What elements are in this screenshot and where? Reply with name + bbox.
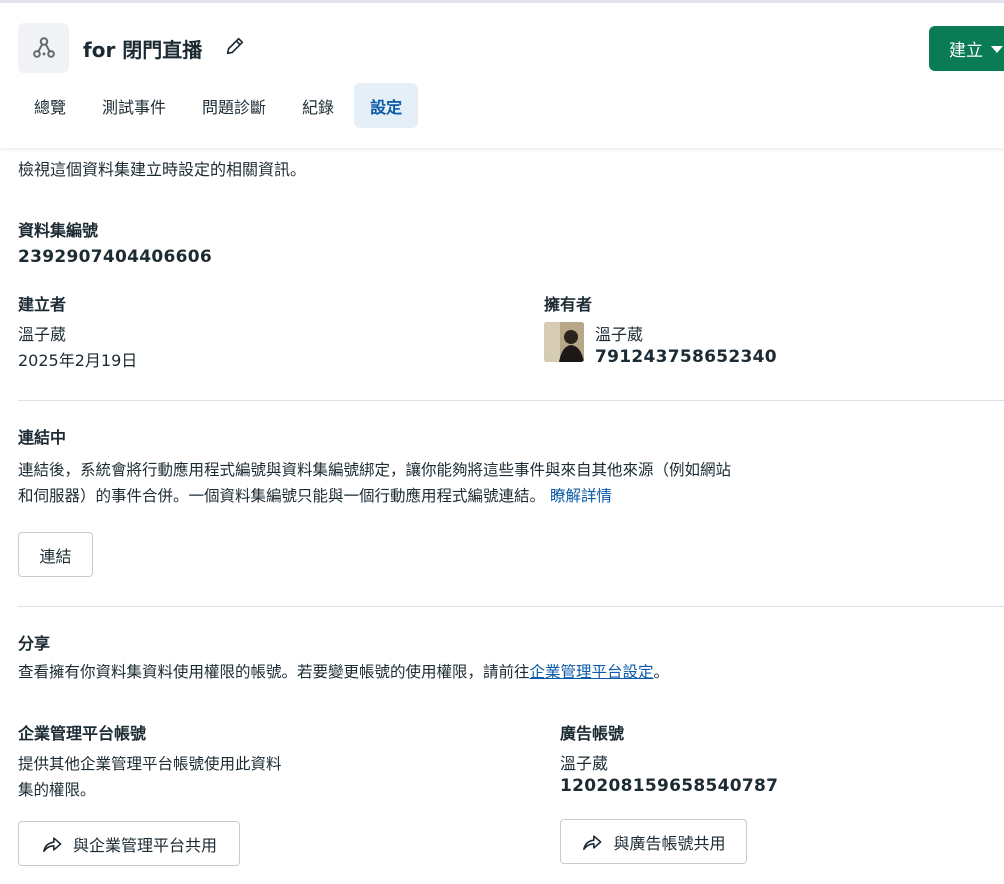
learn-more-link[interactable]: 瞭解詳情 (550, 487, 612, 505)
share-title: 分享 (18, 634, 51, 653)
share-with-business-button[interactable]: 與企業管理平台共用 (18, 821, 240, 866)
creator-name: 溫子葳 (18, 325, 67, 344)
ad-account-label: 廣告帳號 (560, 724, 625, 743)
share-desc-suffix: 。 (653, 663, 670, 681)
owner-id: 791243758652340 (595, 347, 777, 367)
tab-settings[interactable]: 設定 (354, 83, 419, 128)
connect-desc-line2: 和伺服器）的事件合併。一個資料集編號只能與一個行動應用程式編號連結。 瞭解詳情 (18, 484, 612, 506)
share-arrow-icon (43, 836, 62, 852)
page-header: for 閉門直播 建立 總覽 測試事件 問題診斷 紀錄 設定 (0, 3, 1004, 148)
connect-button-label: 連結 (39, 546, 72, 566)
business-account-desc-line2: 集的權限。 (18, 781, 96, 799)
business-account-label: 企業管理平台帳號 (18, 724, 147, 743)
tab-diagnostics[interactable]: 問題診斷 (186, 83, 282, 128)
connect-desc-text: 和伺服器）的事件合併。一個資料集編號只能與一個行動應用程式編號連結。 (18, 487, 546, 505)
dataset-icon (18, 23, 69, 73)
divider (18, 606, 1004, 607)
connect-title: 連結中 (18, 428, 67, 447)
tab-test-events[interactable]: 測試事件 (86, 83, 182, 128)
owner-avatar (544, 322, 584, 362)
caret-down-icon (991, 46, 1003, 53)
connect-desc-line1: 連結後，系統會將行動應用程式編號與資料集編號綁定，讓你能夠將這些事件與來自其他來… (18, 461, 732, 479)
share-with-ad-account-label: 與廣告帳號共用 (613, 833, 726, 853)
owner-label: 擁有者 (544, 295, 593, 314)
page-title: for 閉門直播 (83, 38, 203, 62)
share-arrow-icon (583, 834, 602, 850)
divider (18, 400, 1004, 401)
dataset-id-value: 2392907404406606 (18, 247, 213, 267)
settings-intro: 檢視這個資料集建立時設定的相關資訊。 (18, 160, 307, 179)
ad-account-name: 溫子葳 (560, 754, 609, 773)
share-with-business-label: 與企業管理平台共用 (72, 835, 217, 855)
share-with-ad-account-button[interactable]: 與廣告帳號共用 (560, 819, 747, 864)
create-button-label: 建立 (949, 41, 983, 61)
connect-button[interactable]: 連結 (18, 532, 93, 577)
creator-date: 2025年2月19日 (18, 351, 138, 370)
share-desc: 查看擁有你資料集資料使用權限的帳號。若要變更帳號的使用權限，請前往企業管理平台設… (18, 660, 669, 682)
pencil-icon[interactable] (224, 35, 246, 57)
dataset-id-label: 資料集編號 (18, 221, 99, 240)
share-desc-prefix: 查看擁有你資料集資料使用權限的帳號。若要變更帳號的使用權限，請前往 (18, 663, 530, 681)
tab-overview[interactable]: 總覽 (18, 83, 82, 128)
create-button[interactable]: 建立 (929, 26, 1004, 71)
business-account-desc-line1: 提供其他企業管理平台帳號使用此資料 (18, 755, 282, 773)
owner-name: 溫子葳 (595, 325, 644, 344)
business-settings-link[interactable]: 企業管理平台設定 (530, 663, 654, 681)
creator-label: 建立者 (18, 295, 67, 314)
ad-account-id: 120208159658540787 (560, 776, 779, 796)
tab-bar: 總覽 測試事件 問題診斷 紀錄 設定 (18, 83, 419, 129)
tab-history[interactable]: 紀錄 (286, 83, 350, 128)
